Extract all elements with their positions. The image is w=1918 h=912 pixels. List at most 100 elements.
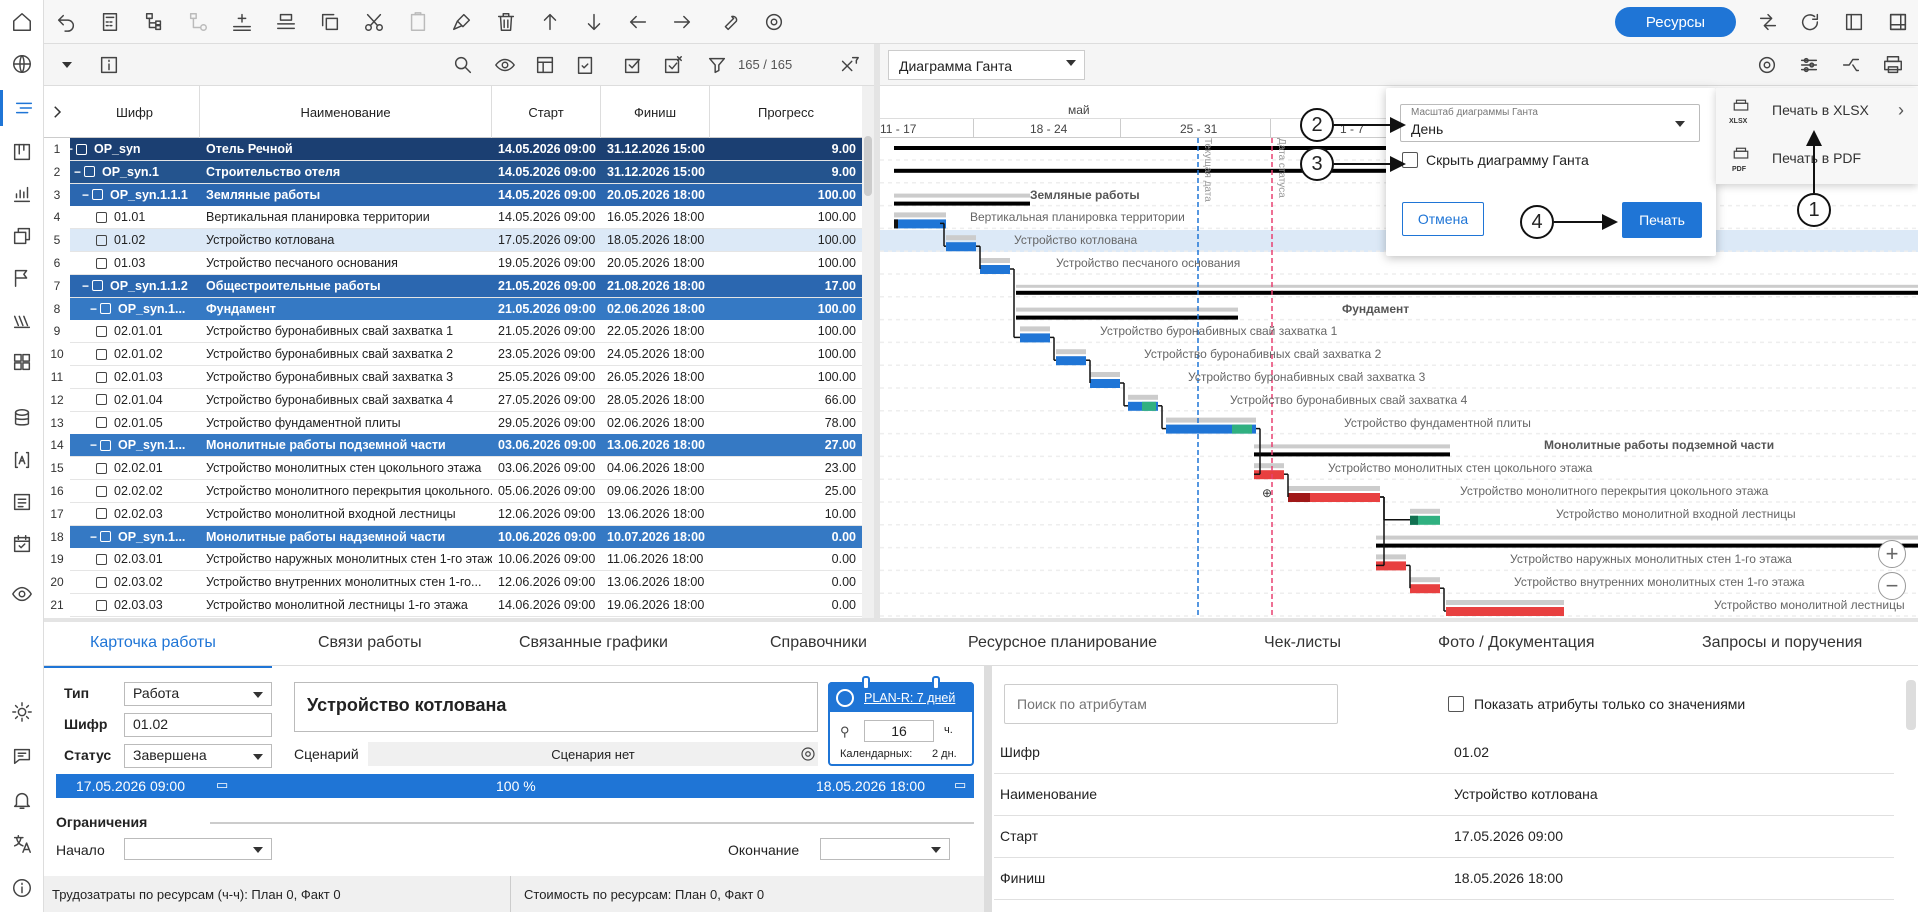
cell-finish[interactable]: 20.05.2026 18:00 [607, 256, 712, 270]
task-bar[interactable] [1020, 333, 1050, 343]
home-icon[interactable] [6, 6, 38, 38]
collapse-toggle[interactable]: − [90, 530, 97, 544]
row-checkbox[interactable] [96, 394, 107, 406]
globe-icon[interactable] [6, 48, 38, 80]
cell-start[interactable]: 10.06.2026 09:00 [498, 530, 603, 544]
baseline-bar[interactable] [1288, 486, 1380, 491]
constraint-end-select[interactable] [820, 838, 950, 860]
select-all-icon[interactable] [618, 50, 648, 80]
cell-start[interactable]: 14.05.2026 09:00 [498, 188, 603, 202]
code-field[interactable]: 01.02 [124, 713, 272, 737]
format-brush-icon[interactable] [446, 6, 478, 38]
arrow-up-icon[interactable] [534, 6, 566, 38]
table-row[interactable]: − OP_syn Отель Речной 14.05.2026 09:00 31.12… [70, 138, 862, 161]
row-checkbox[interactable] [92, 280, 103, 292]
cell-finish[interactable]: 31.12.2026 15:00 [607, 142, 712, 156]
cell-code[interactable]: OP_syn.1.1.1 [110, 188, 200, 202]
tab-links[interactable]: Связи работы [318, 634, 422, 652]
row-checkbox[interactable] [96, 485, 107, 497]
tab-work-card[interactable]: Карточка работы [90, 634, 216, 652]
cell-name[interactable]: Отель Речной [206, 142, 492, 156]
collapse-toggle[interactable]: − [70, 142, 73, 156]
baseline-bar[interactable] [1056, 349, 1086, 355]
cell-finish[interactable]: 04.06.2026 18:00 [607, 461, 712, 475]
gantt-scale-select[interactable]: Масштаб диаграммы Ганта День [1400, 104, 1700, 142]
cell-start[interactable]: 14.05.2026 09:00 [498, 210, 603, 224]
cell-name[interactable]: Устройство внутренних монолитных стен 1-… [206, 575, 492, 589]
arrow-left-icon[interactable] [622, 6, 654, 38]
paste-icon[interactable] [402, 6, 434, 38]
attributes-scrollbar[interactable] [1906, 680, 1916, 730]
baseline-bar[interactable] [1446, 600, 1564, 605]
layout-left-icon[interactable] [1838, 6, 1870, 38]
settings-gear-icon[interactable] [758, 6, 790, 38]
col-finish-header[interactable]: Финиш [601, 86, 710, 138]
gantt-view-select[interactable]: Диаграмма Ганта [888, 50, 1085, 80]
cell-start[interactable]: 05.06.2026 09:00 [498, 484, 603, 498]
cell-code[interactable]: 01.01 [114, 210, 200, 224]
undo-icon[interactable] [50, 6, 82, 38]
cell-finish[interactable]: 26.05.2026 18:00 [607, 370, 712, 384]
attribute-search-input[interactable] [1004, 684, 1338, 724]
table-row[interactable]: 02.01.01 Устройство буронабивных свай зах… [70, 320, 862, 344]
cell-name[interactable]: Устройство фундаментной плиты [206, 416, 492, 430]
insert-row-icon[interactable] [270, 6, 302, 38]
task-bar[interactable] [1090, 379, 1120, 388]
critical-path-icon[interactable] [1836, 50, 1866, 80]
table-row[interactable]: 01.03 Устройство песчаного основания 19.05… [70, 252, 862, 275]
sliders-icon[interactable] [1794, 50, 1824, 80]
cell-code[interactable]: 02.01.01 [114, 324, 200, 338]
cell-code[interactable]: 02.01.02 [114, 347, 200, 361]
arrow-down-icon[interactable] [578, 6, 610, 38]
cell-name[interactable]: Монолитные работы надземной части [206, 530, 492, 544]
progress-marker[interactable] [1232, 424, 1252, 434]
cell-code[interactable]: 02.03.02 [114, 575, 200, 589]
stripes-icon[interactable] [6, 304, 38, 336]
cell-name[interactable]: Устройство буронабивных свай захватка 4 [206, 393, 492, 407]
view-icon[interactable] [490, 50, 520, 80]
collapse-toggle[interactable]: − [90, 438, 97, 452]
table-row[interactable]: − OP_syn.1.1.1 Земляные работы 14.05.2026 0… [70, 183, 862, 207]
layout-bottom-panel-icon[interactable] [1882, 6, 1914, 38]
cell-start[interactable]: 12.06.2026 09:00 [498, 507, 603, 521]
cell-name[interactable]: Земляные работы [206, 188, 492, 202]
baseline-bar[interactable] [1410, 577, 1440, 583]
table-row[interactable]: − OP_syn.1... Фундамент 21.05.2026 09:00 02.… [70, 297, 862, 321]
cell-start[interactable]: 25.05.2026 09:00 [498, 370, 603, 384]
sun-icon[interactable] [6, 696, 38, 728]
cell-name[interactable]: Устройство песчаного основания [206, 256, 492, 270]
cell-progress[interactable]: 100.00 [710, 188, 856, 202]
row-checkbox[interactable] [96, 325, 107, 337]
table-row[interactable]: 02.03.01 Устройство наружных монолитных с… [70, 548, 862, 572]
arrow-right-icon[interactable] [666, 6, 698, 38]
summary-bar[interactable] [1016, 290, 1918, 295]
baseline-bar[interactable] [894, 193, 1030, 198]
row-checkbox[interactable] [96, 257, 107, 269]
summary-bar[interactable] [1016, 315, 1238, 320]
cell-start[interactable]: 14.06.2026 09:00 [498, 598, 603, 612]
table-row[interactable]: 02.01.05 Устройство фундаментной плиты 29.… [70, 411, 862, 435]
cell-code[interactable]: 02.01.04 [114, 393, 200, 407]
scenario-field[interactable]: Сценария нет [368, 742, 818, 766]
row-checkbox[interactable] [96, 553, 107, 565]
calendar-check-icon[interactable] [6, 528, 38, 560]
progress-marker[interactable] [894, 219, 898, 229]
cell-name[interactable]: Устройство монолитной входной лестницы [206, 507, 492, 521]
chart-icon[interactable] [6, 178, 38, 210]
baseline-bar[interactable] [1016, 307, 1238, 312]
cell-code[interactable]: OP_syn.1 [102, 165, 200, 179]
cell-progress[interactable]: 23.00 [710, 461, 856, 475]
hide-gantt-checkbox[interactable] [1402, 152, 1418, 168]
cell-name[interactable]: Устройство монолитных стен цокольного эт… [206, 461, 492, 475]
cell-start[interactable]: 14.05.2026 09:00 [498, 165, 603, 179]
globe-icon[interactable]: ⊕ [1262, 486, 1272, 500]
board-icon[interactable] [6, 136, 38, 168]
calendar-icon[interactable]: ▭ [954, 777, 966, 793]
cell-start[interactable]: 03.06.2026 09:00 [498, 438, 603, 452]
task-bar[interactable] [1446, 607, 1564, 616]
cell-start[interactable]: 10.06.2026 09:00 [498, 552, 603, 566]
cell-progress[interactable]: 27.00 [710, 438, 856, 452]
cell-finish[interactable]: 19.06.2026 18:00 [607, 598, 712, 612]
task-bar[interactable] [894, 219, 946, 229]
row-checkbox[interactable] [96, 508, 107, 520]
